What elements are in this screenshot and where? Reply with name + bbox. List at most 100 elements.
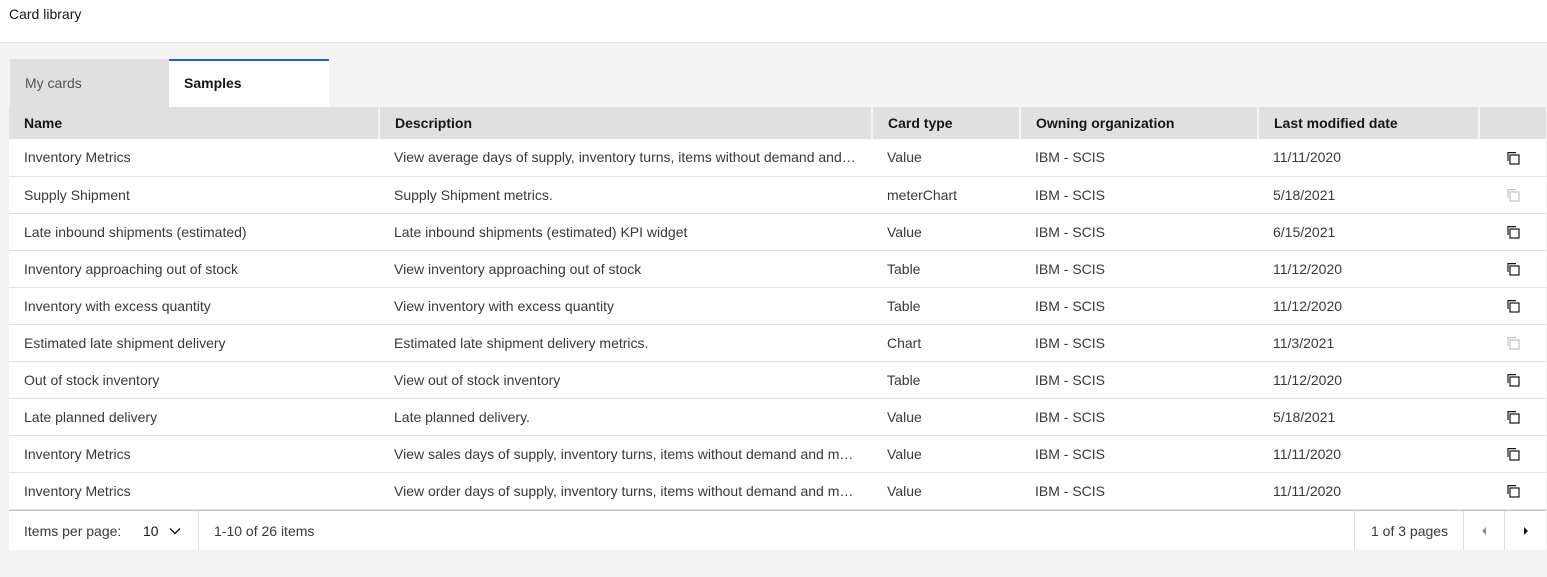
cell-owning-organization: IBM - SCIS	[1020, 213, 1258, 251]
column-header-last-modified-date[interactable]: Last modified date	[1258, 107, 1480, 139]
cell-description: View inventory approaching out of stock	[379, 250, 872, 288]
column-header-description[interactable]: Description	[379, 107, 873, 139]
cell-card-type: Value	[872, 435, 1020, 473]
cell-actions	[1479, 139, 1546, 177]
cell-name: Supply Shipment	[9, 176, 379, 214]
cell-description: View sales days of supply, inventory tur…	[379, 435, 872, 473]
cell-description: Estimated late shipment delivery metrics…	[379, 324, 872, 362]
cell-card-type: Table	[872, 287, 1020, 325]
cell-actions	[1479, 472, 1546, 510]
cell-owning-organization: IBM - SCIS	[1020, 398, 1258, 436]
table-row[interactable]: Out of stock inventory View out of stock …	[9, 361, 1546, 399]
cell-name: Inventory approaching out of stock	[9, 250, 379, 288]
cell-last-modified-date: 5/18/2021	[1258, 398, 1479, 436]
tab-list: My cards Samples	[10, 59, 329, 107]
page-count-text: 1 of 3 pages	[1371, 523, 1449, 539]
cell-last-modified-date: 11/3/2021	[1258, 324, 1479, 362]
chevron-down-icon	[169, 528, 181, 535]
column-header-actions	[1479, 107, 1546, 139]
column-header-owning-organization[interactable]: Owning organization	[1020, 107, 1259, 139]
cell-actions	[1479, 250, 1546, 288]
column-header-card-type[interactable]: Card type	[872, 107, 1021, 139]
items-per-page-value: 10	[143, 523, 159, 539]
cell-description: View average days of supply, inventory t…	[379, 139, 872, 177]
copy-icon[interactable]	[1505, 150, 1521, 166]
cell-card-type: Table	[872, 361, 1020, 399]
table-row[interactable]: Inventory approaching out of stock View i…	[9, 250, 1546, 288]
cell-name: Inventory with excess quantity	[9, 287, 379, 325]
cell-owning-organization: IBM - SCIS	[1020, 250, 1258, 288]
column-header-name[interactable]: Name	[9, 107, 380, 139]
tab-samples[interactable]: Samples	[169, 59, 329, 107]
divider	[198, 511, 199, 551]
items-per-page-label: Items per page:	[24, 523, 122, 539]
cell-name: Estimated late shipment delivery	[9, 324, 379, 362]
copy-icon[interactable]	[1505, 409, 1521, 425]
top-bar: Card library	[0, 0, 1547, 43]
table-row[interactable]: Inventory Metrics View sales days of supp…	[9, 435, 1546, 473]
cell-actions	[1479, 398, 1546, 436]
copy-icon[interactable]	[1505, 483, 1521, 499]
cell-name: Late inbound shipments (estimated)	[9, 213, 379, 251]
cell-description: Late planned delivery.	[379, 398, 872, 436]
next-page-button[interactable]	[1505, 511, 1546, 551]
cell-card-type: Value	[872, 139, 1020, 177]
cell-description: View order days of supply, inventory tur…	[379, 472, 872, 510]
table-row[interactable]: Late planned delivery Late planned delive…	[9, 398, 1546, 436]
cell-description: Late inbound shipments (estimated) KPI w…	[379, 213, 872, 251]
cell-card-type: Table	[872, 250, 1020, 288]
copy-icon[interactable]	[1505, 261, 1521, 277]
pagination-bar: Items per page: 10 1-10 of 26 items 1 of…	[9, 510, 1546, 551]
copy-icon[interactable]	[1505, 446, 1521, 462]
table-header-row: Name Description Card type Owning organi…	[9, 107, 1546, 139]
cell-last-modified-date: 11/12/2020	[1258, 361, 1479, 399]
cell-name: Out of stock inventory	[9, 361, 379, 399]
cell-owning-organization: IBM - SCIS	[1020, 176, 1258, 214]
items-per-page-select[interactable]: 10	[143, 523, 181, 539]
cards-table-container: Name Description Card type Owning organi…	[9, 107, 1546, 510]
cell-actions	[1479, 213, 1546, 251]
caret-right-icon	[1523, 527, 1528, 535]
cell-name: Inventory Metrics	[9, 472, 379, 510]
table-row[interactable]: Inventory Metrics View order days of supp…	[9, 472, 1546, 510]
cell-last-modified-date: 11/11/2020	[1258, 435, 1479, 473]
table-row[interactable]: Supply Shipment Supply Shipment metrics. m…	[9, 176, 1546, 214]
copy-icon[interactable]	[1505, 224, 1521, 240]
cell-actions	[1479, 176, 1546, 214]
copy-icon[interactable]	[1505, 298, 1521, 314]
cell-card-type: Value	[872, 398, 1020, 436]
cell-name: Inventory Metrics	[9, 435, 379, 473]
previous-page-button[interactable]	[1464, 511, 1504, 551]
cell-name: Inventory Metrics	[9, 139, 379, 177]
copy-icon	[1505, 187, 1521, 203]
cell-owning-organization: IBM - SCIS	[1020, 472, 1258, 510]
divider	[1354, 511, 1355, 551]
cards-table: Name Description Card type Owning organi…	[9, 107, 1546, 510]
caret-left-icon	[1482, 527, 1486, 535]
cell-last-modified-date: 5/18/2021	[1258, 176, 1479, 214]
cell-actions	[1479, 361, 1546, 399]
items-range-text: 1-10 of 26 items	[214, 523, 315, 539]
table-row[interactable]: Late inbound shipments (estimated) Late i…	[9, 213, 1546, 251]
cell-card-type: Chart	[872, 324, 1020, 362]
table-row[interactable]: Estimated late shipment delivery Estimate…	[9, 324, 1546, 362]
tab-my-cards[interactable]: My cards	[10, 59, 169, 107]
cell-last-modified-date: 6/15/2021	[1258, 213, 1479, 251]
copy-icon[interactable]	[1505, 372, 1521, 388]
cell-description: View out of stock inventory	[379, 361, 872, 399]
cell-owning-organization: IBM - SCIS	[1020, 324, 1258, 362]
cell-last-modified-date: 11/12/2020	[1258, 287, 1479, 325]
cell-description: Supply Shipment metrics.	[379, 176, 872, 214]
table-row[interactable]: Inventory with excess quantity View inven…	[9, 287, 1546, 325]
copy-icon	[1505, 335, 1521, 351]
table-row[interactable]: Inventory Metrics View average days of su…	[9, 139, 1546, 177]
table-body: Inventory Metrics View average days of su…	[9, 139, 1546, 510]
cell-last-modified-date: 11/12/2020	[1258, 250, 1479, 288]
cell-owning-organization: IBM - SCIS	[1020, 435, 1258, 473]
cell-last-modified-date: 11/11/2020	[1258, 472, 1479, 510]
cell-actions	[1479, 324, 1546, 362]
cell-name: Late planned delivery	[9, 398, 379, 436]
cell-actions	[1479, 435, 1546, 473]
page-title: Card library	[9, 6, 82, 22]
cell-description: View inventory with excess quantity	[379, 287, 872, 325]
